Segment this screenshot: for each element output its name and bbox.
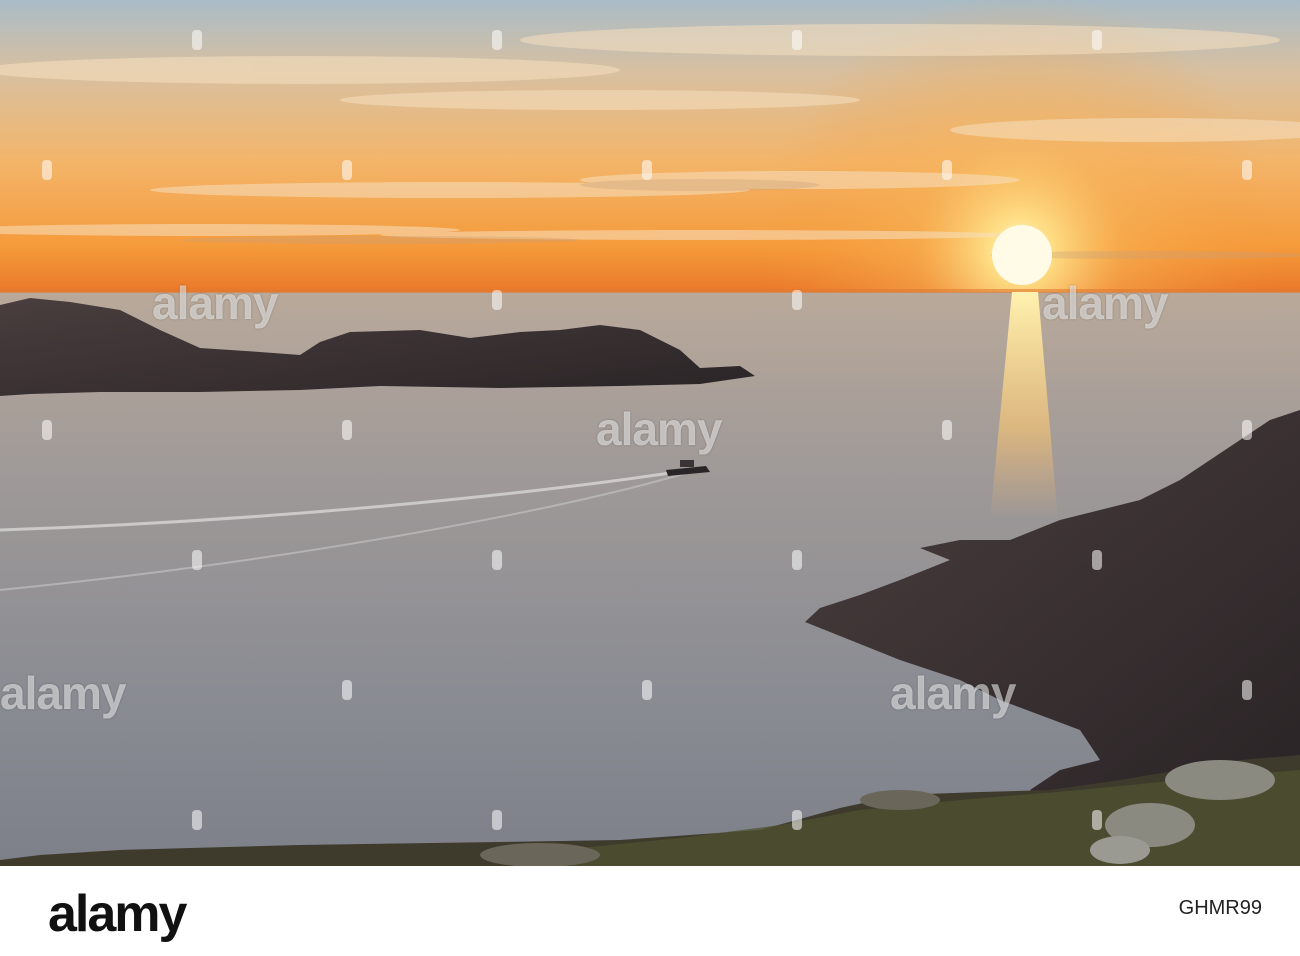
watermark-dots <box>42 30 1252 830</box>
image-id-label: GHMR99 <box>1178 897 1262 919</box>
alamy-logo: alamy <box>48 885 187 943</box>
photo-stage: alamy alamy alamy alamy alamy alamy GHMR… <box>0 0 1300 956</box>
stock-footer-bar: alamy GHMR99 <box>0 866 1300 956</box>
